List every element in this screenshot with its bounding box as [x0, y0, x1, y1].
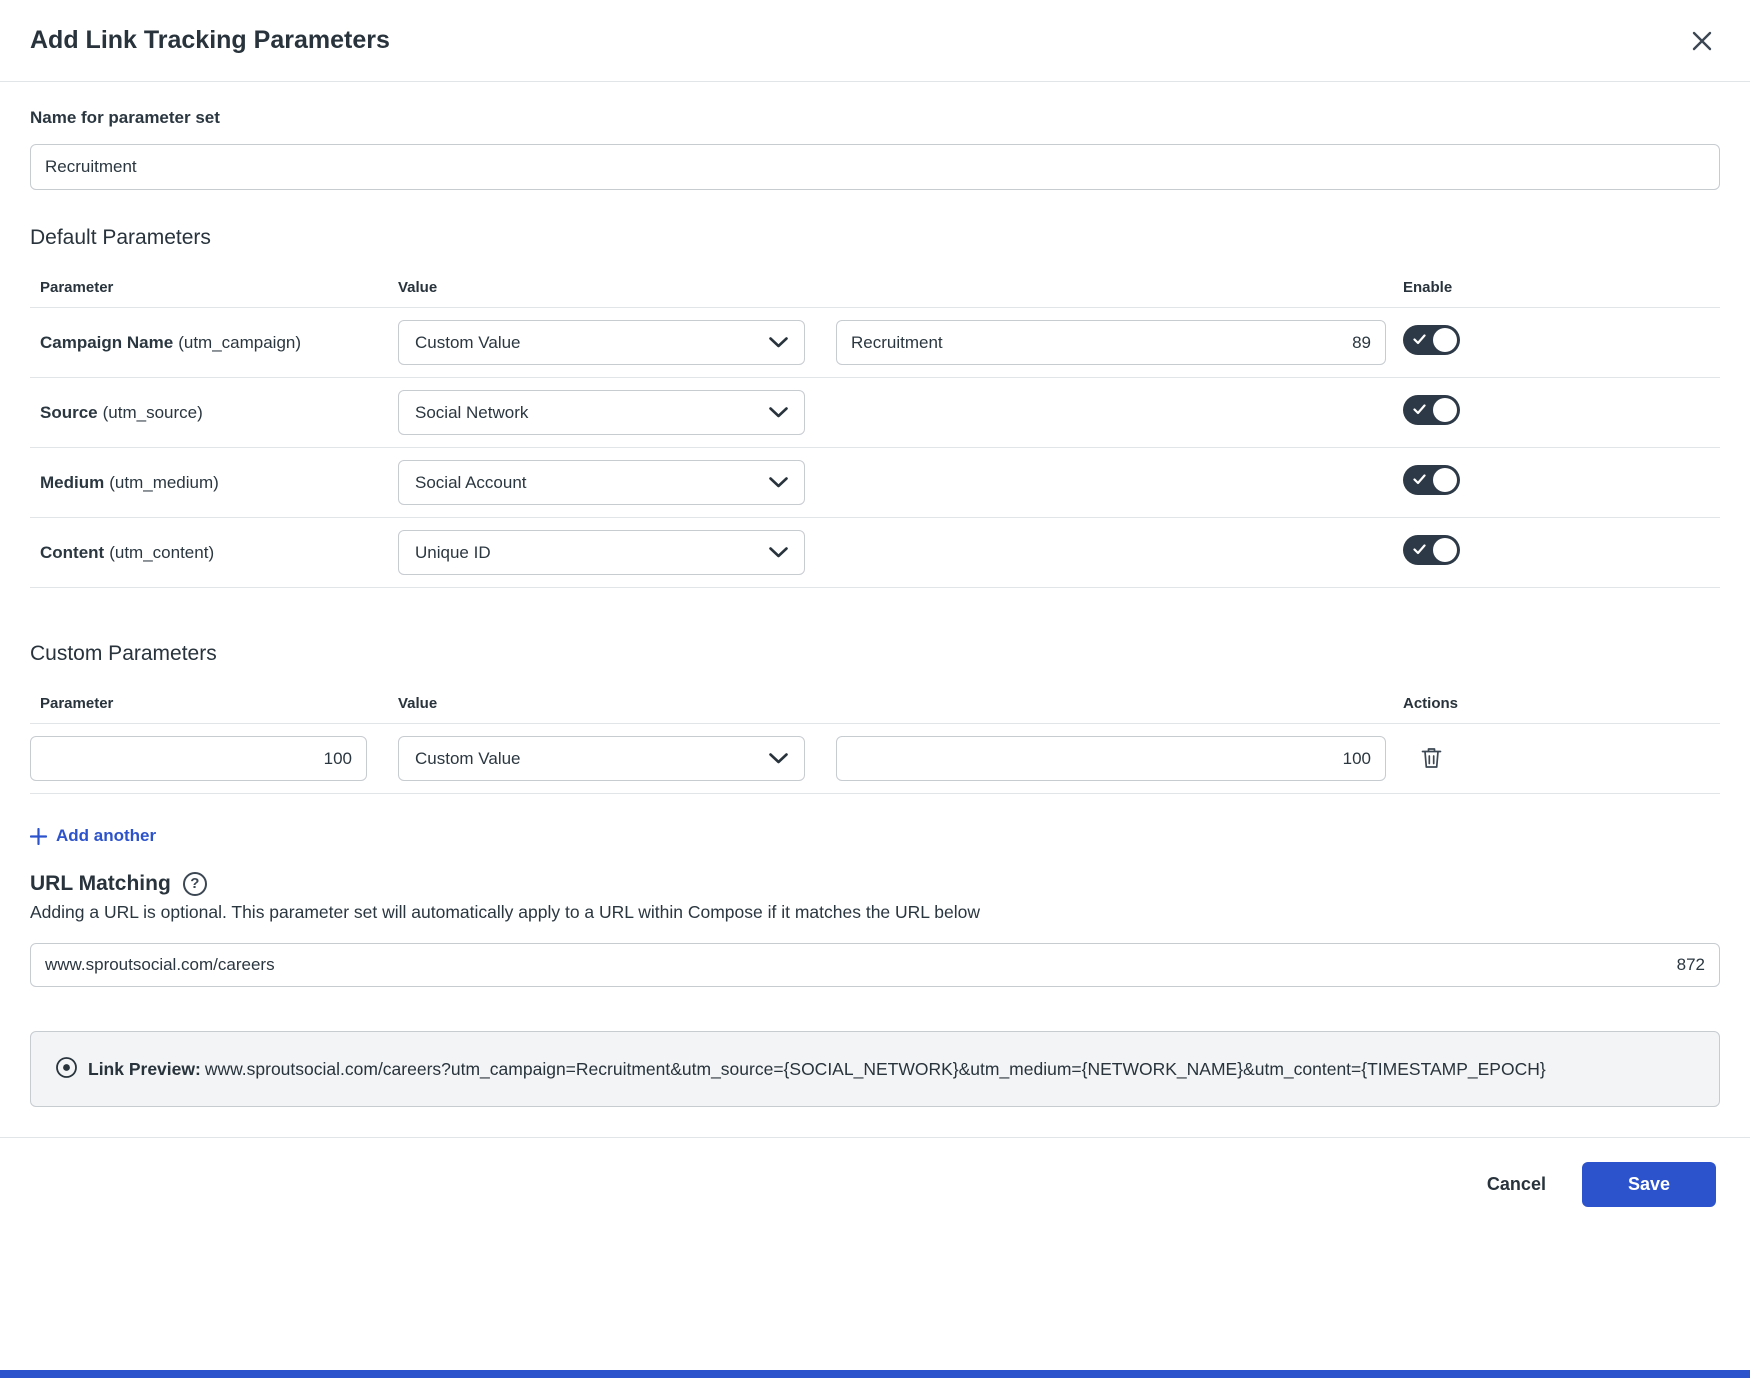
column-header-value: Value [398, 695, 836, 712]
table-header: Parameter Value Enable [30, 268, 1720, 308]
chevron-down-icon [769, 477, 788, 488]
chevron-down-icon [769, 407, 788, 418]
custom-parameter-name-field[interactable]: 100 [30, 736, 367, 781]
content-value-type-select[interactable]: Unique ID [398, 530, 805, 575]
custom-parameters-heading: Custom Parameters [30, 642, 1720, 666]
close-icon [1690, 29, 1714, 53]
custom-parameter-value-input[interactable] [851, 749, 1333, 769]
add-another-label: Add another [56, 826, 156, 846]
table-row-content: Content (utm_content) Unique ID [30, 518, 1720, 588]
check-icon [1413, 334, 1426, 345]
dropdown-selected-value: Custom Value [415, 333, 521, 353]
help-icon[interactable]: ? [183, 872, 207, 896]
modal-footer: Cancel Save [0, 1137, 1750, 1237]
parameter-name: Medium [40, 473, 104, 492]
dropdown-selected-value: Unique ID [415, 543, 491, 563]
url-matching-title: URL Matching [30, 872, 171, 896]
default-parameters-heading: Default Parameters [30, 226, 1720, 250]
custom-parameter-value-type-select[interactable]: Custom Value [398, 736, 805, 781]
dropdown-selected-value: Custom Value [415, 749, 521, 769]
parameter-name: Content [40, 543, 104, 562]
enable-toggle-content[interactable] [1403, 535, 1460, 565]
parameter-name: Source [40, 403, 98, 422]
dropdown-selected-value: Social Network [415, 403, 528, 423]
table-row-source: Source (utm_source) Social Network [30, 378, 1720, 448]
toggle-knob [1433, 328, 1457, 352]
char-count: 89 [1342, 333, 1371, 353]
close-button[interactable] [1684, 23, 1720, 59]
parameter-key: (utm_campaign) [178, 333, 301, 352]
delete-row-button[interactable] [1416, 742, 1447, 774]
parameter-key: (utm_content) [109, 543, 214, 562]
save-button[interactable]: Save [1582, 1162, 1716, 1207]
url-matching-description: Adding a URL is optional. This parameter… [30, 902, 1720, 923]
char-count: 872 [1667, 955, 1705, 975]
toggle-knob [1433, 468, 1457, 492]
chevron-down-icon [769, 547, 788, 558]
parameter-name: Campaign Name [40, 333, 173, 352]
custom-parameters-table: Parameter Value Actions 100 Custom Value [30, 684, 1720, 794]
add-link-tracking-modal: Add Link Tracking Parameters Name for pa… [0, 0, 1750, 1237]
link-preview-box: Link Preview:www.sproutsocial.com/career… [30, 1031, 1720, 1108]
char-count: 100 [314, 749, 352, 769]
bottom-accent-bar [0, 1370, 1750, 1378]
toggle-knob [1433, 538, 1457, 562]
enable-toggle-medium[interactable] [1403, 465, 1460, 495]
column-header-enable: Enable [1394, 279, 1720, 296]
char-count: 100 [1333, 749, 1371, 769]
table-header: Parameter Value Actions [30, 684, 1720, 724]
column-header-parameter: Parameter [30, 695, 398, 712]
chevron-down-icon [769, 753, 788, 764]
column-header-value: Value [398, 279, 836, 296]
source-value-type-select[interactable]: Social Network [398, 390, 805, 435]
link-preview-label: Link Preview: [88, 1059, 201, 1079]
parameter-key: (utm_source) [103, 403, 203, 422]
parameter-key: (utm_medium) [109, 473, 219, 492]
link-preview-icon [55, 1056, 78, 1079]
name-field-label: Name for parameter set [30, 108, 1720, 128]
campaign-custom-value-field[interactable]: 89 [836, 320, 1386, 365]
toggle-knob [1433, 398, 1457, 422]
enable-toggle-campaign[interactable] [1403, 325, 1460, 355]
url-matching-input[interactable] [45, 955, 1667, 975]
check-icon [1413, 404, 1426, 415]
url-matching-heading: URL Matching ? [30, 872, 1720, 896]
trash-icon [1420, 746, 1443, 770]
modal-title: Add Link Tracking Parameters [30, 26, 390, 55]
custom-parameter-name-input[interactable] [45, 749, 314, 769]
default-parameters-table: Parameter Value Enable Campaign Name (utm… [30, 268, 1720, 588]
column-header-parameter: Parameter [30, 279, 398, 296]
check-icon [1413, 544, 1426, 555]
chevron-down-icon [769, 337, 788, 348]
dropdown-selected-value: Social Account [415, 473, 527, 493]
custom-parameter-row: 100 Custom Value 100 [30, 724, 1720, 794]
check-icon [1413, 474, 1426, 485]
parameter-set-name-input[interactable] [30, 144, 1720, 190]
modal-header: Add Link Tracking Parameters [0, 0, 1750, 82]
table-row-medium: Medium (utm_medium) Social Account [30, 448, 1720, 518]
column-header-actions: Actions [1394, 695, 1720, 712]
custom-parameter-value-field[interactable]: 100 [836, 736, 1386, 781]
link-preview-url: www.sproutsocial.com/careers?utm_campaig… [205, 1059, 1546, 1079]
cancel-button[interactable]: Cancel [1487, 1174, 1546, 1195]
table-row-campaign-name: Campaign Name (utm_campaign) Custom Value… [30, 308, 1720, 378]
enable-toggle-source[interactable] [1403, 395, 1460, 425]
campaign-custom-value-input[interactable] [851, 333, 1342, 353]
campaign-value-type-select[interactable]: Custom Value [398, 320, 805, 365]
url-matching-field[interactable]: 872 [30, 943, 1720, 987]
add-another-button[interactable]: Add another [30, 826, 156, 846]
plus-icon [30, 828, 47, 845]
medium-value-type-select[interactable]: Social Account [398, 460, 805, 505]
